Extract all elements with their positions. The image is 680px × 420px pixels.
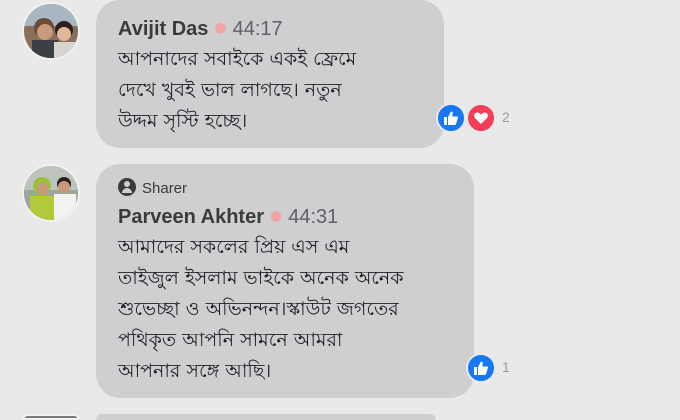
comment-time[interactable]: 44:31 bbox=[288, 206, 338, 228]
avatar[interactable] bbox=[22, 164, 80, 222]
separator-dot: ● bbox=[214, 20, 227, 36]
avatar[interactable] bbox=[22, 414, 80, 420]
sharer-icon bbox=[118, 178, 136, 196]
separator-dot: ● bbox=[270, 208, 283, 224]
like-icon bbox=[436, 103, 466, 133]
avatar[interactable] bbox=[22, 2, 80, 60]
comment-bubble: Avijit Das ● 44:17 আপনাদের সবাইকে একই ফ্রে… bbox=[96, 0, 444, 148]
comment-bubble bbox=[96, 414, 436, 420]
sharer-label: Sharer bbox=[142, 180, 188, 197]
comment-text: আমাদের সকলের প্রিয় এস এম তাইজুল ইসলাম ভ… bbox=[118, 236, 404, 382]
author-name[interactable]: Parveen Akhter bbox=[118, 206, 264, 228]
comment-time[interactable]: 44:17 bbox=[233, 18, 283, 40]
love-icon bbox=[466, 103, 496, 133]
comment-text: আপনাদের সবাইকে একই ফ্রেমে দেখে খুবই ভাল … bbox=[118, 48, 357, 132]
sharer-badge: Sharer bbox=[118, 178, 187, 197]
reaction-summary[interactable]: 2 bbox=[436, 103, 526, 133]
comment-header: Avijit Das ● 44:17 bbox=[118, 18, 283, 41]
reaction-summary[interactable]: 1 bbox=[466, 353, 526, 383]
comment-header: Parveen Akhter ● 44:31 bbox=[118, 206, 338, 229]
reaction-count: 2 bbox=[502, 109, 510, 125]
comment-bubble: Sharer Parveen Akhter ● 44:31 আমাদের সকলের… bbox=[96, 164, 474, 398]
like-icon bbox=[466, 353, 496, 383]
author-name[interactable]: Avijit Das bbox=[118, 18, 208, 40]
reaction-count: 1 bbox=[502, 359, 510, 375]
